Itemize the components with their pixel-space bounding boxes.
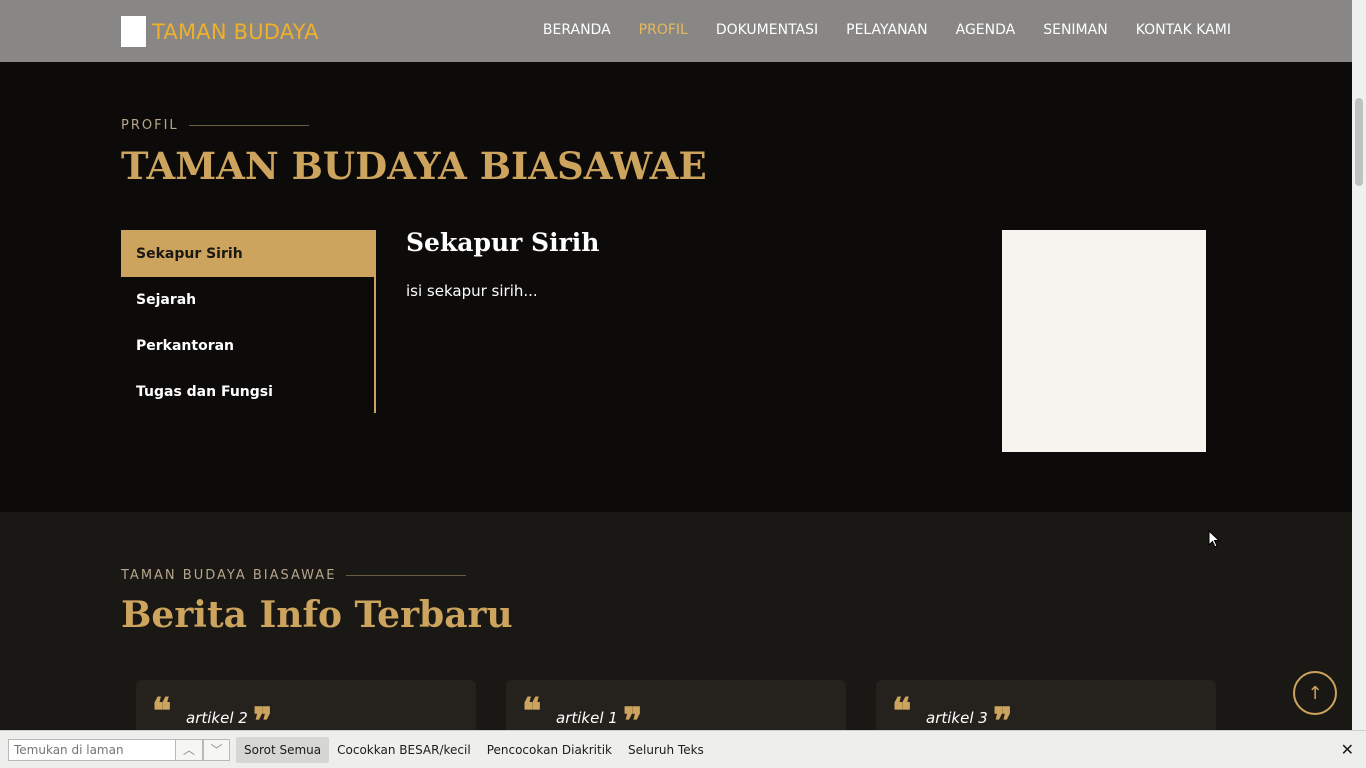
find-input[interactable] — [8, 738, 176, 761]
nav-item-pelayanan[interactable]: PELAYANAN — [846, 22, 927, 38]
brand-name[interactable]: TAMAN BUDAYA — [152, 20, 319, 44]
nav-item-dokumentasi[interactable]: DOKUMENTASI — [716, 22, 818, 38]
tab-content-title: Sekapur Sirih — [406, 228, 600, 257]
eyebrow-label: TAMAN BUDAYA BIASAWAE — [121, 568, 337, 583]
nav-item-profil[interactable]: PROFIL — [639, 22, 688, 38]
close-icon[interactable]: ✕ — [1341, 740, 1354, 759]
eyebrow-divider — [346, 575, 467, 576]
tab-sejarah[interactable]: Sejarah — [121, 277, 374, 323]
page-scrollbar[interactable] — [1352, 0, 1366, 730]
find-previous-button[interactable]: ︿ — [176, 738, 203, 761]
card-title[interactable]: artikel 1 — [556, 709, 618, 727]
arrow-up-icon: ↑ — [1307, 682, 1323, 704]
find-next-button[interactable]: ﹀ — [203, 738, 230, 761]
scrollbar-thumb[interactable] — [1355, 98, 1363, 186]
eyebrow-label: PROFIL — [121, 118, 179, 133]
find-in-page-bar: ︿ ﹀ Sorot Semua Cocokkan BESAR/kecil Pen… — [0, 730, 1366, 768]
nav-item-beranda[interactable]: BERANDA — [543, 22, 611, 38]
mouse-cursor-icon — [1208, 530, 1220, 548]
quote-open-icon: ❝ — [522, 690, 542, 732]
nav-item-kontak-kami[interactable]: KONTAK KAMI — [1136, 22, 1231, 38]
brand[interactable]: TAMAN BUDAYA — [121, 16, 319, 47]
card-title[interactable]: artikel 3 — [926, 709, 988, 727]
whole-words-toggle[interactable]: Seluruh Teks — [620, 737, 712, 763]
card-title[interactable]: artikel 2 — [186, 709, 248, 727]
tab-content-text: isi sekapur sirih... — [406, 282, 538, 300]
tab-perkantoran[interactable]: Perkantoran — [121, 323, 374, 369]
nav-item-agenda[interactable]: AGENDA — [956, 22, 1016, 38]
main-nav: BERANDA PROFIL DOKUMENTASI PELAYANAN AGE… — [543, 22, 1231, 38]
match-case-toggle[interactable]: Cocokkan BESAR/kecil — [329, 737, 479, 763]
eyebrow-divider — [188, 125, 309, 126]
highlight-all-toggle[interactable]: Sorot Semua — [236, 736, 330, 763]
profil-section: PROFIL TAMAN BUDAYA BIASAWAE Sekapur Sir… — [0, 62, 1352, 512]
nav-item-seniman[interactable]: SENIMAN — [1043, 22, 1107, 38]
top-navbar: TAMAN BUDAYA BERANDA PROFIL DOKUMENTASI … — [0, 0, 1352, 62]
brand-logo[interactable] — [121, 16, 146, 47]
berita-section: TAMAN BUDAYA BIASAWAE Berita Info Terbar… — [0, 512, 1352, 742]
profil-tab-list: Sekapur Sirih Sejarah Perkantoran Tugas … — [121, 230, 376, 413]
quote-open-icon: ❝ — [892, 690, 912, 732]
chevron-up-icon: ︿ — [182, 743, 195, 757]
section-eyebrow: TAMAN BUDAYA BIASAWAE — [121, 568, 467, 583]
back-to-top-button[interactable]: ↑ — [1293, 671, 1337, 715]
quote-open-icon: ❝ — [152, 690, 172, 732]
section-eyebrow: PROFIL — [121, 118, 309, 133]
chevron-down-icon: ﹀ — [210, 743, 223, 757]
match-diacritics-toggle[interactable]: Pencocokan Diakritik — [479, 737, 620, 763]
tab-content-image — [1002, 230, 1206, 452]
tab-sekapur-sirih[interactable]: Sekapur Sirih — [121, 230, 374, 277]
profil-title: TAMAN BUDAYA BIASAWAE — [121, 144, 707, 188]
tab-tugas-dan-fungsi[interactable]: Tugas dan Fungsi — [121, 369, 374, 415]
berita-title: Berita Info Terbaru — [121, 594, 513, 636]
